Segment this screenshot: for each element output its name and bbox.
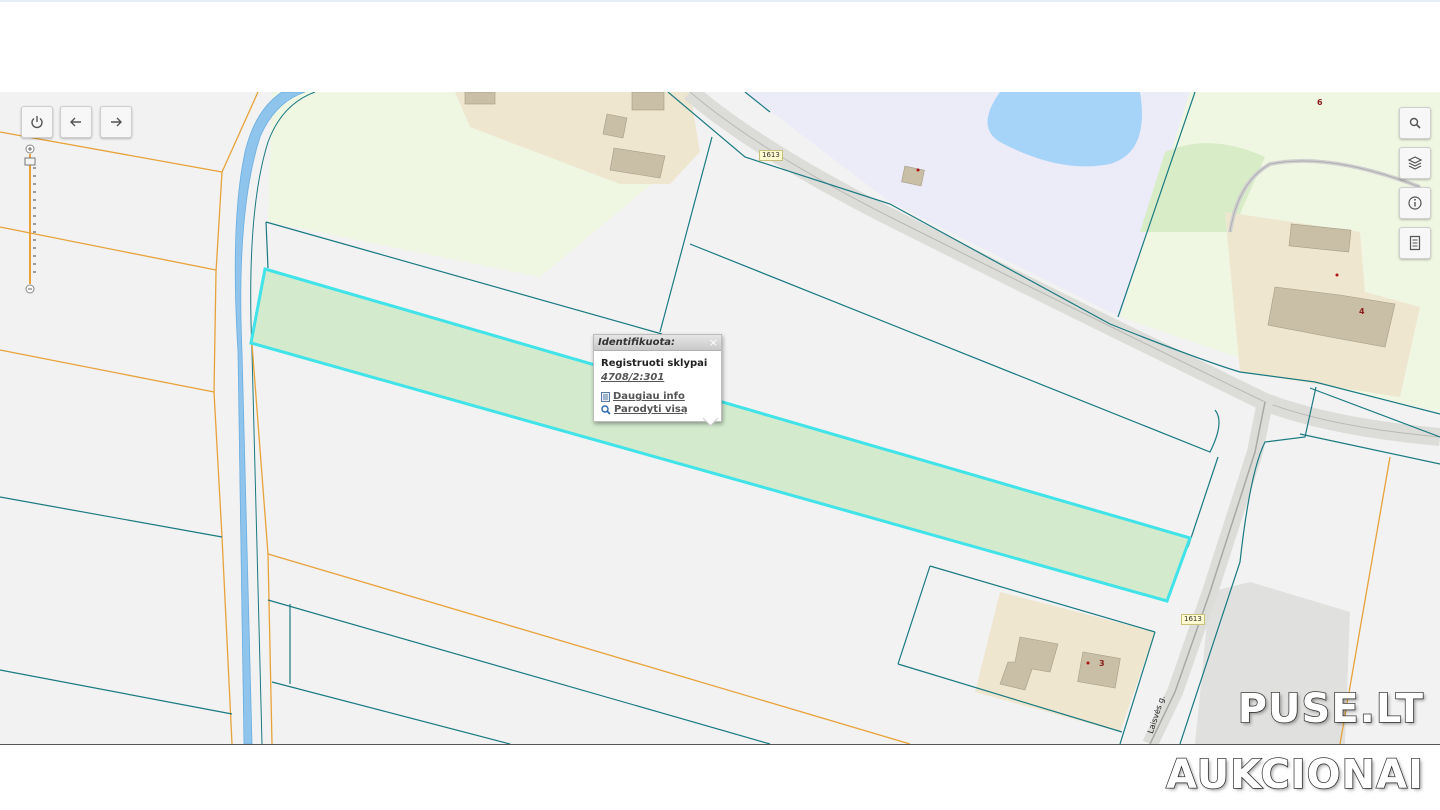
popup-layer-name: Registruoti sklypai (601, 358, 708, 369)
layers-icon (1407, 156, 1423, 170)
top-band (0, 0, 1440, 92)
zoom-handle (24, 157, 36, 166)
back-button[interactable] (60, 106, 92, 138)
search-button[interactable] (1399, 107, 1431, 139)
watermark-line1: PUSE.LT (1237, 685, 1424, 733)
layers-button[interactable] (1399, 147, 1431, 179)
selected-parcel (249, 267, 1192, 603)
zoom-slider[interactable] (24, 144, 36, 294)
more-info-label: Daugiau info (613, 391, 685, 402)
close-icon[interactable]: × (709, 335, 718, 350)
info-button[interactable] (1399, 187, 1431, 219)
show-all-label: Parodyti visą (614, 404, 688, 415)
search-icon (1409, 117, 1421, 129)
search-icon (601, 404, 611, 415)
road-number-label: 1613 (1181, 614, 1205, 625)
power-icon (31, 116, 43, 129)
map-view[interactable]: 1613 1613 Laisvės g. 6 4 3 Identifikuota… (0, 92, 1440, 745)
road-number-label: 1613 (759, 150, 783, 161)
parcel-id-link[interactable]: 4708/2:301 (601, 372, 664, 383)
show-all-link[interactable]: Parodyti visą (601, 404, 688, 415)
legend-button[interactable] (1399, 227, 1431, 259)
building-zone (975, 592, 1155, 732)
info-icon (1408, 196, 1422, 210)
forward-button[interactable] (100, 106, 132, 138)
document-icon (1409, 235, 1421, 251)
more-info-link[interactable]: Daugiau info (601, 391, 685, 402)
popup-title: Identifikuota: (594, 335, 721, 351)
document-icon (601, 391, 610, 402)
house-number: 3 (1099, 659, 1105, 668)
arrow-right-icon (111, 117, 122, 127)
house-number: 6 (1317, 98, 1323, 107)
watermark-line2: AUKCIONAI (1165, 751, 1424, 799)
house-number: 4 (1359, 307, 1365, 316)
power-button[interactable] (21, 106, 53, 138)
identify-popup: Identifikuota: × Registruoti sklypai 470… (593, 334, 722, 427)
arrow-left-icon (70, 117, 81, 127)
